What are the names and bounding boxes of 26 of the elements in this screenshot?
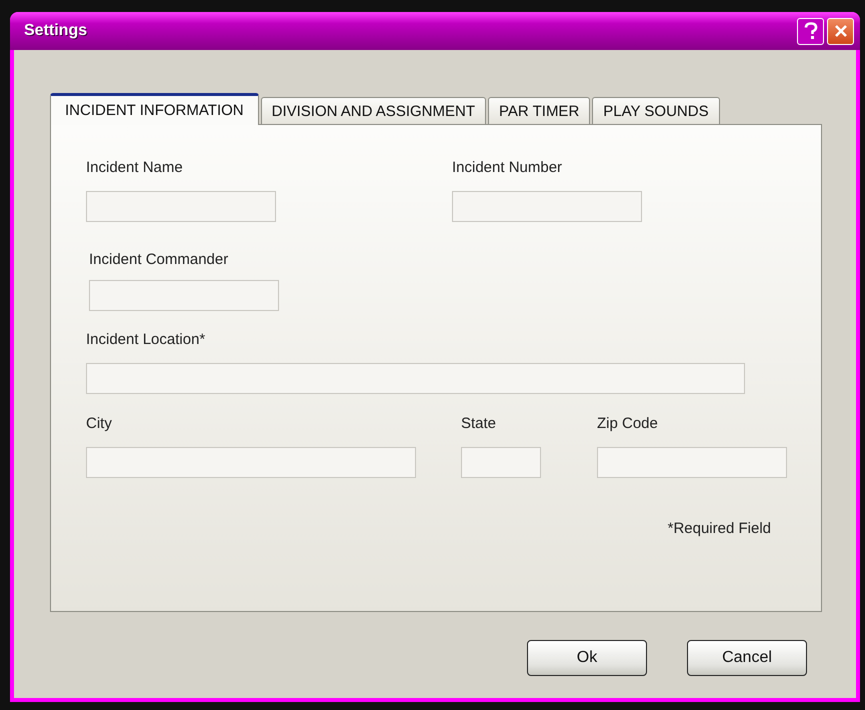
field-label: City — [86, 415, 113, 434]
input-field[interactable] — [86, 191, 276, 222]
tab[interactable]: PAR TIMER — [488, 97, 590, 124]
input-field[interactable] — [89, 280, 279, 311]
input-field[interactable] — [452, 191, 642, 222]
required-note: *Required Field — [666, 520, 771, 537]
field-label: Incident Number — [452, 159, 564, 178]
input-field[interactable] — [597, 447, 787, 478]
window-title: Settings — [24, 22, 88, 40]
field-label: Incident Name — [86, 159, 184, 178]
close-icon — [834, 24, 848, 38]
field-label: Incident Commander — [89, 251, 230, 270]
tab[interactable]: PLAY SOUNDS — [592, 97, 720, 124]
tab[interactable]: INCIDENT INFORMATION — [50, 93, 259, 125]
input-field[interactable] — [461, 447, 541, 478]
dialog-button[interactable]: Cancel — [687, 640, 807, 676]
close-button[interactable] — [827, 18, 854, 44]
field-label: Zip Code — [597, 415, 659, 434]
input-field[interactable] — [86, 363, 745, 394]
help-icon — [802, 22, 818, 40]
dialog-button[interactable]: Ok — [527, 640, 647, 676]
help-button[interactable] — [797, 18, 824, 44]
tab[interactable]: DIVISION AND ASSIGNMENT — [260, 97, 486, 124]
field-label: State — [461, 415, 498, 434]
input-field[interactable] — [86, 447, 416, 478]
field-label: Incident Location* — [86, 331, 206, 350]
